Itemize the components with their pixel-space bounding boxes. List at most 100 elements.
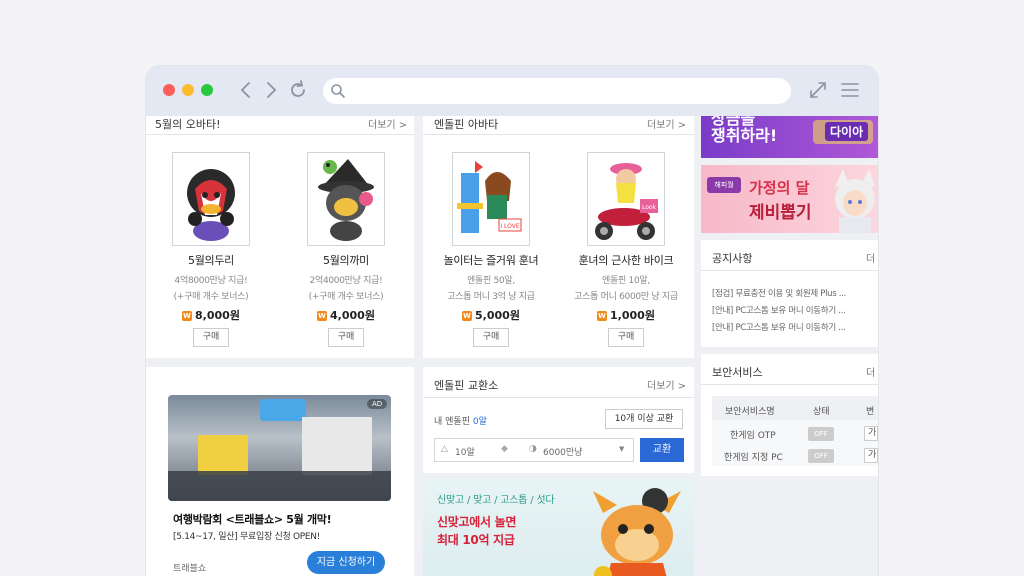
item-name: 5월의까미 bbox=[323, 254, 369, 267]
coin-icon: W bbox=[462, 311, 473, 321]
browser-window: 5월의 오바타! 더보기 > 5월의두리 4억8000만냥 지급! (+구매 개… bbox=[146, 66, 878, 576]
avatar-image-kkami[interactable] bbox=[307, 152, 385, 246]
swap-icon: ◆ bbox=[501, 444, 508, 454]
change-button[interactable]: 가 bbox=[864, 426, 878, 441]
my-endolpin: 내 엔돌핀 0알 bbox=[434, 414, 487, 427]
ad-image-crowd bbox=[168, 471, 391, 501]
exchange-to-value: 6000만냥 bbox=[543, 448, 583, 458]
warning-triangle-icon: △ bbox=[441, 444, 448, 454]
apply-now-button[interactable]: 지금 신청하기 bbox=[307, 551, 385, 574]
expand-icon[interactable] bbox=[806, 78, 830, 102]
banner-badge: 다이아 bbox=[825, 122, 869, 141]
exchange-button[interactable]: 교환 bbox=[640, 438, 684, 462]
avatar-item[interactable]: 5월의까미 2억4000만냥 지급! (+구매 개수 보너스) W 4,000원 … bbox=[281, 152, 411, 347]
item-desc: 4억8000만냥 지급! (+구매 개수 보너스) bbox=[146, 273, 276, 305]
matgo-promo-banner[interactable]: 신맞고 / 맞고 / 고스톱 / 섯다 신맞고에서 놀면 최대 10억 지급 bbox=[423, 479, 694, 576]
divider bbox=[701, 270, 878, 271]
divider bbox=[146, 134, 414, 135]
ad-advertiser: 트래블쇼 bbox=[173, 564, 207, 574]
buy-button[interactable]: 구매 bbox=[473, 328, 509, 347]
search-icon bbox=[331, 84, 345, 98]
monthly-avatar-panel: 5월의 오바타! 더보기 > 5월의두리 4억8000만냥 지급! (+구매 개… bbox=[146, 116, 414, 358]
more-link[interactable]: 더 bbox=[866, 250, 875, 265]
banner-title: 가정의 달 bbox=[749, 179, 810, 197]
more-link[interactable]: 더보기 > bbox=[647, 116, 686, 131]
divider bbox=[423, 397, 694, 398]
item-name: 놀이터는 즐거워 훈녀 bbox=[443, 254, 539, 267]
maximize-window-button[interactable] bbox=[201, 84, 213, 96]
forward-icon[interactable] bbox=[259, 78, 283, 102]
mascot-character-icon bbox=[593, 488, 681, 576]
more-link[interactable]: 더보기 > bbox=[647, 377, 686, 392]
coin-icon: W bbox=[597, 311, 608, 321]
item-desc: 엔돌핀 50알, 고스톱 머니 3억 냥 지급 bbox=[426, 273, 556, 305]
column-header: 변 bbox=[866, 407, 875, 417]
buy-button[interactable]: 구매 bbox=[193, 328, 229, 347]
item-desc-line1: 엔돌핀 50알, bbox=[467, 276, 515, 286]
divider bbox=[701, 384, 878, 385]
avatar-image-bike[interactable]: Look bbox=[587, 152, 665, 246]
menu-icon[interactable] bbox=[838, 78, 862, 102]
minimize-window-button[interactable] bbox=[182, 84, 194, 96]
ad-image-sign bbox=[260, 399, 306, 421]
close-window-button[interactable] bbox=[163, 84, 175, 96]
change-button[interactable]: 가 bbox=[864, 448, 878, 463]
avatar-image-playground[interactable]: I LOVE bbox=[452, 152, 530, 246]
ad-badge: AD bbox=[367, 399, 388, 409]
item-price: W 1,000원 bbox=[561, 307, 691, 323]
status-badge: OFF bbox=[808, 449, 834, 463]
reward-banner[interactable]: 상금을 쟁취하라! 다이아 bbox=[701, 116, 878, 158]
security-panel: 보안서비스 더 보안서비스명 상태 변 한게임 OTP OFF 가 한게임 지정… bbox=[701, 354, 878, 476]
item-name: 5월의두리 bbox=[188, 254, 234, 267]
item-desc-line2: (+구매 개수 보너스) bbox=[308, 292, 384, 302]
bulk-exchange-button[interactable]: 10개 이상 교환 bbox=[605, 409, 683, 429]
notice-panel: 공지사항 더 [점검] 무료충전 이용 및 회원제 Plus ... [안내] … bbox=[701, 240, 878, 347]
ad-panel: AD 여행박람회 <트래블쇼> 5월 개막! [5.14~17, 일산] 무료입… bbox=[146, 367, 414, 576]
avatar-item[interactable]: 5월의두리 4억8000만냥 지급! (+구매 개수 보너스) W 8,000원 … bbox=[146, 152, 276, 347]
endolpin-avatar-panel: 엔돌핀 아바타 더보기 > I LOVE 놀이터는 즐거워 훈녀 엔돌핀 50알… bbox=[423, 116, 694, 358]
page-content: 5월의 오바타! 더보기 > 5월의두리 4억8000만냥 지급! (+구매 개… bbox=[146, 116, 878, 576]
notice-item[interactable]: [점검] 무료충전 이용 및 회원제 Plus ... bbox=[712, 287, 846, 299]
section-title: 공지사항 bbox=[712, 252, 753, 265]
item-desc-line1: 4억8000만냥 지급! bbox=[174, 276, 248, 286]
item-desc: 엔돌핀 10알, 고스톱 머니 6000만 냥 지급 bbox=[561, 273, 691, 305]
column-header: 상태 bbox=[813, 407, 830, 417]
coin-icon: ◑ bbox=[529, 444, 537, 454]
item-price: W 4,000원 bbox=[281, 307, 411, 323]
family-month-banner[interactable]: 해피월 가정의 달 제비뽑기 bbox=[701, 165, 878, 233]
more-link[interactable]: 더보기 > bbox=[368, 116, 407, 131]
exchange-select[interactable]: △ 10알 ◆ ◑ 6000만냥 ▼ bbox=[434, 438, 634, 462]
back-icon[interactable] bbox=[234, 78, 258, 102]
item-desc-line2: 고스톱 머니 3억 냥 지급 bbox=[447, 292, 535, 302]
service-name: 한게임 OTP bbox=[730, 431, 776, 441]
section-title: 5월의 오바타! bbox=[155, 118, 221, 131]
item-desc-line1: 2억4000만냥 지급! bbox=[309, 276, 383, 286]
avatar-item[interactable]: I LOVE 놀이터는 즐거워 훈녀 엔돌핀 50알, 고스톱 머니 3억 냥 … bbox=[426, 152, 556, 347]
item-price: W 8,000원 bbox=[146, 307, 276, 323]
item-desc-line1: 엔돌핀 10알, bbox=[602, 276, 650, 286]
buy-button[interactable]: 구매 bbox=[608, 328, 644, 347]
buy-button[interactable]: 구매 bbox=[328, 328, 364, 347]
notice-item[interactable]: [안내] PC고스톱 보유 머니 이동하기 ... bbox=[712, 321, 846, 333]
more-link[interactable]: 더 bbox=[866, 364, 875, 379]
promo-line1: 신맞고에서 놀면 bbox=[437, 515, 517, 529]
avatar-image-duri[interactable] bbox=[172, 152, 250, 246]
address-bar[interactable] bbox=[323, 78, 791, 104]
avatar-item[interactable]: Look 훈녀의 근사한 바이크 엔돌핀 10알, 고스톱 머니 6000만 냥… bbox=[561, 152, 691, 347]
ad-image-stand bbox=[198, 435, 248, 475]
chevron-down-icon: ▼ bbox=[619, 445, 625, 453]
price-text: 1,000원 bbox=[610, 309, 655, 322]
item-name: 훈녀의 근사한 바이크 bbox=[578, 254, 674, 267]
svg-text:Look: Look bbox=[642, 204, 657, 211]
reload-icon[interactable] bbox=[286, 78, 310, 102]
divider bbox=[423, 134, 694, 135]
ad-title[interactable]: 여행박람회 <트래블쇼> 5월 개막! bbox=[173, 511, 332, 527]
fox-girl-icon bbox=[835, 169, 875, 233]
ad-image[interactable]: AD bbox=[168, 395, 391, 501]
my-endolpin-value: 0알 bbox=[472, 417, 487, 427]
service-name: 한게임 지정 PC bbox=[724, 453, 783, 463]
notice-item[interactable]: [안내] PC고스톱 보유 머니 이동하기 ... bbox=[712, 304, 846, 316]
item-price: W 5,000원 bbox=[426, 307, 556, 323]
coin-icon: W bbox=[182, 311, 193, 321]
svg-text:I LOVE: I LOVE bbox=[500, 223, 520, 230]
